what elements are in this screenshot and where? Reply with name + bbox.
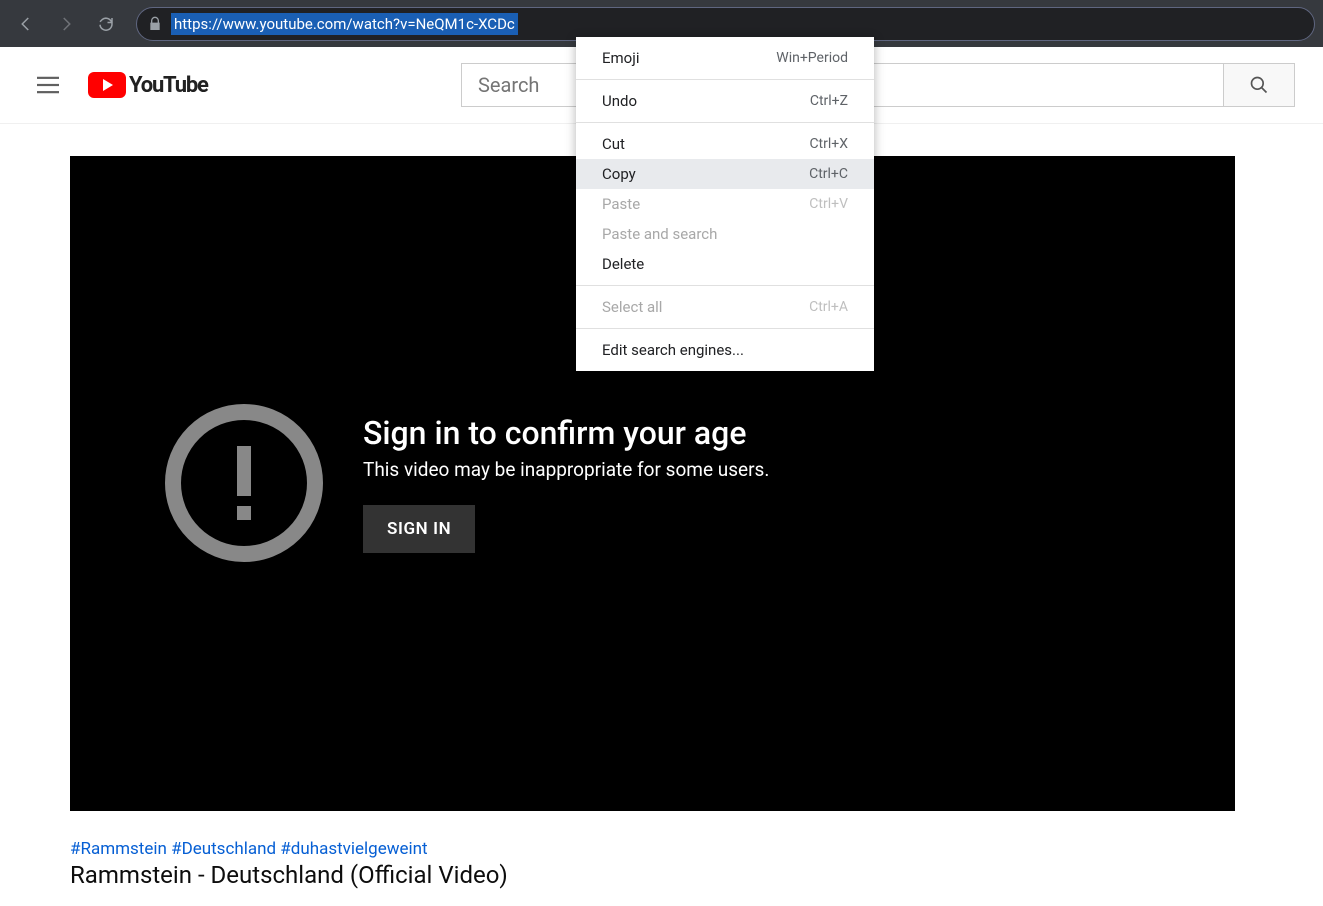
context-menu-label: Undo — [602, 92, 637, 110]
reload-button[interactable] — [88, 8, 124, 40]
context-menu-item[interactable]: Emoji Win+Period — [576, 43, 874, 73]
context-menu-label: Cut — [602, 135, 625, 153]
hashtag-link[interactable]: #duhastvielgeweint — [280, 839, 427, 859]
lock-icon — [147, 16, 163, 32]
search-button[interactable] — [1223, 63, 1295, 107]
hashtags: #Rammstein #Deutschland #duhastvielgewei… — [70, 839, 1253, 859]
context-menu-item: Select all Ctrl+A — [576, 292, 874, 322]
reload-icon — [97, 15, 115, 33]
context-menu-separator — [576, 122, 874, 123]
context-menu-shortcut: Ctrl+X — [809, 136, 848, 152]
context-menu-separator — [576, 328, 874, 329]
context-menu-label: Paste and search — [602, 225, 717, 243]
sign-in-button[interactable]: SIGN IN — [363, 505, 475, 553]
youtube-wordmark: YouTube — [129, 73, 208, 98]
context-menu-shortcut: Ctrl+V — [809, 196, 848, 212]
menu-button[interactable] — [28, 65, 68, 105]
context-menu-item[interactable]: Cut Ctrl+X — [576, 129, 874, 159]
context-menu-label: Select all — [602, 298, 662, 316]
forward-button[interactable] — [48, 8, 84, 40]
context-menu-item[interactable]: Copy Ctrl+C — [576, 159, 874, 189]
back-button[interactable] — [8, 8, 44, 40]
context-menu-shortcut: Ctrl+A — [809, 299, 848, 315]
context-menu-item: Paste Ctrl+V — [576, 189, 874, 219]
arrow-right-icon — [57, 15, 75, 33]
context-menu: Emoji Win+Period Undo Ctrl+Z Cut Ctrl+X Copy Ct… — [576, 37, 874, 371]
address-bar[interactable]: https://www.youtube.com/watch?v=NeQM1c-X… — [136, 7, 1315, 41]
age-gate-heading: Sign in to confirm your age — [363, 414, 769, 452]
hashtag-link[interactable]: #Deutschland — [171, 839, 276, 859]
age-gate-subtext: This video may be inappropriate for some… — [363, 458, 769, 481]
context-menu-item[interactable]: Edit search engines... — [576, 335, 874, 365]
warning-icon — [165, 404, 323, 562]
context-menu-separator — [576, 285, 874, 286]
context-menu-shortcut: Win+Period — [776, 50, 848, 66]
url-text[interactable]: https://www.youtube.com/watch?v=NeQM1c-X… — [171, 13, 518, 35]
age-gate: Sign in to confirm your age This video m… — [165, 404, 769, 562]
context-menu-item[interactable]: Delete — [576, 249, 874, 279]
context-menu-label: Paste — [602, 195, 640, 213]
youtube-play-icon — [88, 72, 126, 98]
context-menu-shortcut: Ctrl+Z — [810, 93, 848, 109]
context-menu-item: Paste and search — [576, 219, 874, 249]
context-menu-label: Copy — [602, 165, 636, 183]
hashtag-link[interactable]: #Rammstein — [70, 839, 167, 859]
context-menu-label: Emoji — [602, 49, 639, 67]
video-title: Rammstein - Deutschland (Official Video) — [70, 861, 1253, 889]
search-icon — [1249, 75, 1269, 95]
context-menu-label: Edit search engines... — [602, 341, 744, 359]
hamburger-icon — [37, 76, 59, 94]
context-menu-item[interactable]: Undo Ctrl+Z — [576, 86, 874, 116]
context-menu-label: Delete — [602, 255, 644, 273]
context-menu-separator — [576, 79, 874, 80]
context-menu-shortcut: Ctrl+C — [809, 166, 848, 182]
youtube-logo[interactable]: YouTube — [88, 72, 208, 98]
arrow-left-icon — [17, 15, 35, 33]
